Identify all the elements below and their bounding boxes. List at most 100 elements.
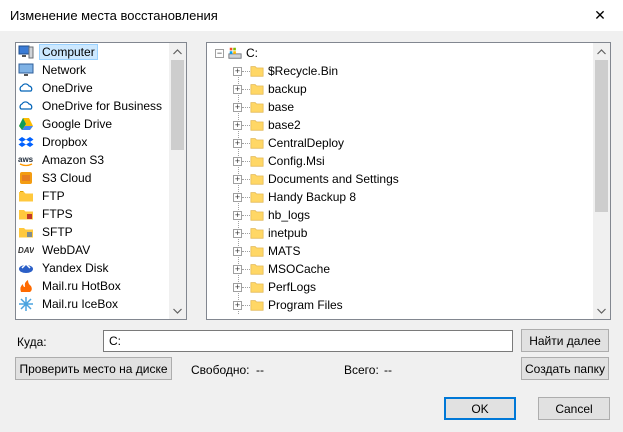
scroll-thumb[interactable] (171, 60, 184, 150)
expand-icon[interactable]: + (233, 192, 242, 202)
folder-icon (250, 192, 264, 203)
tree-folder-row[interactable]: + $Recycle.Bin (207, 62, 593, 80)
location-item-label: FTPS (42, 207, 73, 221)
location-item-yandex-disk[interactable]: Yandex Disk (16, 259, 169, 277)
tree-folder-row[interactable]: + Documents and Settings (207, 170, 593, 188)
location-item-amazon-s3[interactable]: aws Amazon S3 (16, 151, 169, 169)
collapse-icon[interactable]: − (215, 48, 224, 58)
cancel-button[interactable]: Cancel (538, 397, 610, 420)
tree-folder-row[interactable]: + MATS (207, 242, 593, 260)
svg-text:DAV: DAV (18, 246, 34, 255)
expand-icon[interactable]: + (233, 228, 242, 238)
tree-folder-label: base (268, 100, 295, 114)
chevron-up-icon (173, 48, 182, 54)
location-item-mail-ru-hotbox[interactable]: Mail.ru HotBox (16, 277, 169, 295)
location-item-label: S3 Cloud (42, 171, 92, 185)
folder-icon (250, 156, 264, 167)
folder-icon (250, 84, 264, 95)
location-item-ftps[interactable]: FTPS (16, 205, 169, 223)
folder-icon (250, 282, 264, 293)
location-item-computer[interactable]: Computer (16, 43, 169, 61)
tree-connector (242, 106, 250, 108)
expand-icon[interactable]: + (233, 138, 242, 148)
create-folder-button[interactable]: Создать папку (521, 357, 609, 380)
expand-icon[interactable]: + (233, 66, 242, 76)
expand-icon[interactable]: + (233, 282, 242, 292)
location-item-webdav[interactable]: DAV WebDAV (16, 241, 169, 259)
tree-connector (242, 232, 250, 234)
tree-folder-row[interactable]: + base (207, 98, 593, 116)
tree-folder-row[interactable]: + Program Files (207, 296, 593, 314)
scroll-down-arrow[interactable] (169, 302, 186, 319)
folder-icon (250, 174, 264, 185)
location-item-dropbox[interactable]: Dropbox (16, 133, 169, 151)
folder-tree-scrollbar[interactable] (593, 43, 610, 319)
folder-icon (250, 264, 264, 275)
dropbox-icon (18, 137, 34, 147)
tree-folder-row[interactable]: + CentralDeploy (207, 134, 593, 152)
location-list-panel[interactable]: Computer Network OneDrive OneDrive for Busi… (15, 42, 187, 320)
location-item-onedrive-for-business[interactable]: OneDrive for Business (16, 97, 169, 115)
check-disk-space-button[interactable]: Проверить место на диске (15, 357, 172, 380)
tree-connector (242, 214, 250, 216)
scroll-up-arrow[interactable] (593, 43, 610, 60)
tree-folder-row[interactable]: + Config.Msi (207, 152, 593, 170)
network-icon (18, 63, 34, 76)
tree-folder-row[interactable]: + MSOCache (207, 260, 593, 278)
tree-folder-label: MSOCache (268, 262, 331, 276)
tree-folder-label: hb_logs (268, 208, 311, 222)
location-item-google-drive[interactable]: Google Drive (16, 115, 169, 133)
location-item-label: Dropbox (42, 135, 88, 149)
expand-icon[interactable]: + (233, 174, 242, 184)
tree-folder-label: Program Files (268, 298, 343, 312)
expand-icon[interactable]: + (233, 84, 242, 94)
expand-icon[interactable]: + (233, 156, 242, 166)
tree-folder-row[interactable]: + hb_logs (207, 206, 593, 224)
free-space-value: -- (256, 363, 264, 377)
location-item-onedrive[interactable]: OneDrive (16, 79, 169, 97)
yandex-disk-icon (19, 262, 33, 273)
onedrive-business-icon (19, 101, 33, 110)
close-button[interactable]: ✕ (577, 0, 623, 31)
tree-folder-label: PerfLogs (268, 280, 317, 294)
location-item-sftp[interactable]: SFTP (16, 223, 169, 241)
tree-folder-label: Documents and Settings (268, 172, 399, 186)
folder-tree-panel[interactable]: − C: + $Recycle.Bin + backup + base + base2 + Cen… (206, 42, 611, 320)
location-item-label: OneDrive for Business (42, 99, 163, 113)
folder-icon (250, 138, 264, 149)
tree-connector (242, 160, 250, 162)
tree-folder-row[interactable]: + base2 (207, 116, 593, 134)
find-next-button[interactable]: Найти далее (521, 329, 609, 352)
scroll-thumb[interactable] (595, 60, 608, 212)
tree-folder-row[interactable]: + backup (207, 80, 593, 98)
ftps-folder-icon (19, 210, 33, 220)
scroll-down-arrow[interactable] (593, 302, 610, 319)
svg-text:aws: aws (18, 155, 34, 164)
expand-icon[interactable]: + (233, 246, 242, 256)
scroll-up-arrow[interactable] (169, 43, 186, 60)
ok-button[interactable]: OK (444, 397, 516, 420)
location-item-ftp[interactable]: FTP (16, 187, 169, 205)
folder-icon (250, 300, 264, 311)
location-item-mail-ru-icebox[interactable]: Mail.ru IceBox (16, 295, 169, 313)
tree-connector (242, 178, 250, 180)
tree-connector (242, 250, 250, 252)
expand-icon[interactable]: + (233, 210, 242, 220)
tree-root-row[interactable]: − C: (207, 44, 593, 62)
expand-icon[interactable]: + (233, 300, 242, 310)
expand-icon[interactable]: + (233, 102, 242, 112)
tree-folder-row[interactable]: + Handy Backup 8 (207, 188, 593, 206)
location-item-label: Amazon S3 (42, 153, 105, 167)
expand-icon[interactable]: + (233, 264, 242, 274)
tree-folder-row[interactable]: + PerfLogs (207, 278, 593, 296)
destination-input[interactable]: C: (103, 330, 513, 352)
tree-folder-row[interactable]: + inetpub (207, 224, 593, 242)
tree-folder-label: CentralDeploy (268, 136, 345, 150)
location-item-label: Google Drive (42, 117, 113, 131)
location-item-network[interactable]: Network (16, 61, 169, 79)
location-list-scrollbar[interactable] (169, 43, 186, 319)
location-item-label: OneDrive (42, 81, 93, 95)
tree-connector (242, 304, 250, 306)
expand-icon[interactable]: + (233, 120, 242, 130)
location-item-s3-cloud[interactable]: S3 Cloud (16, 169, 169, 187)
